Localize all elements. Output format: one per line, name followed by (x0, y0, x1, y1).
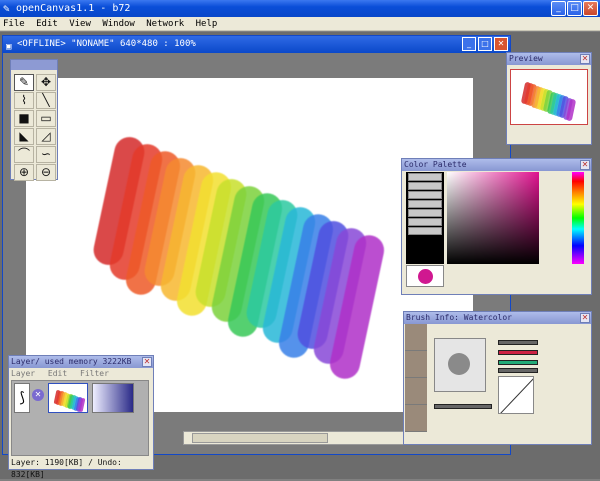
dropper-icon[interactable]: ⌇ (14, 92, 34, 109)
layer-menu-edit[interactable]: Edit (48, 369, 67, 378)
brush-tip-icon (448, 353, 470, 375)
brush-size-slider[interactable] (498, 340, 538, 345)
brush-info-close-button[interactable]: ✕ (580, 313, 590, 323)
curve-alt-icon[interactable]: ∽ (36, 146, 56, 163)
select-rect-icon[interactable]: ▭ (36, 110, 56, 127)
menu-bar: File Edit View Window Network Help (0, 17, 600, 31)
hue-slider[interactable] (572, 172, 584, 264)
brush-water-slider[interactable] (498, 368, 538, 373)
layer-window: Layer/ used memory 3222KB ✕ Layer Edit F… (8, 355, 154, 479)
layer-title: Layer/ used memory 3222KB (9, 356, 153, 368)
brush-blend-slider[interactable] (498, 360, 538, 365)
current-color-swatch (406, 265, 444, 287)
app-title: openCanvas1.1 - b72 (16, 3, 131, 14)
line-icon[interactable]: ╲ (36, 92, 56, 109)
zoom-out-icon[interactable]: ⊖ (36, 164, 56, 181)
scrollbar-thumb[interactable] (192, 433, 328, 443)
color-palette-title: Color Palette (402, 159, 591, 171)
move-icon[interactable]: ✥ (36, 74, 56, 91)
zoom-in-icon[interactable]: ⊕ (14, 164, 34, 181)
canvas-close-button[interactable]: ✕ (494, 37, 508, 51)
saturation-value-picker[interactable] (447, 172, 539, 264)
preview-thumbnail (510, 69, 588, 125)
pressure-curve-line (500, 378, 533, 413)
pressure-curve-graph[interactable] (498, 376, 534, 414)
brush-info-title: Brush Info: Watercolor (404, 312, 591, 324)
preview-title: Preview (507, 53, 591, 65)
pen-icon[interactable]: ✎ (14, 74, 34, 91)
lasso-icon[interactable]: ◿ (36, 128, 56, 145)
app-title-bar: ✎ openCanvas1.1 - b72 _ □ ✕ (0, 0, 600, 17)
layer-menu: Layer Edit Filter (9, 368, 153, 379)
canvas-maximize-button[interactable]: □ (478, 37, 492, 51)
layer-status: Layer: 1190[KB] / Undo: 832[KB] (9, 457, 153, 479)
tool-palette: ✎ ✥ ⌇ ╲ ■ ▭ ◣ ◿ ⌒ ∽ ⊕ ⊖ (10, 59, 58, 181)
brush-opacity-slider[interactable] (434, 404, 492, 409)
menu-file[interactable]: File (0, 17, 28, 31)
brush-preview (434, 338, 486, 392)
color-palette-window: Color Palette ✕ (401, 158, 592, 295)
app-icon: ✎ (3, 2, 10, 15)
thumb-stroke (78, 398, 86, 413)
layer-menu-layer[interactable]: Layer (11, 369, 35, 378)
maximize-button[interactable]: □ (567, 1, 582, 16)
layer-close-button[interactable]: ✕ (142, 357, 152, 367)
close-button[interactable]: ✕ (583, 1, 598, 16)
swatch-list[interactable] (406, 172, 444, 264)
current-color-dot (418, 269, 433, 284)
canvas-minimize-button[interactable]: _ (462, 37, 476, 51)
layer-list: ⟆ ✕ (11, 380, 149, 456)
layer-menu-filter[interactable]: Filter (80, 369, 109, 378)
minimize-button[interactable]: _ (551, 1, 566, 16)
fill-icon[interactable]: ■ (14, 110, 34, 127)
menu-view[interactable]: View (66, 17, 94, 31)
layer-visibility-icon[interactable]: ⟆ (14, 383, 30, 413)
layer-lock-icon[interactable]: ✕ (32, 389, 44, 401)
brush-density-slider[interactable] (498, 350, 538, 355)
lasso-fill-icon[interactable]: ◣ (14, 128, 34, 145)
curve-icon[interactable]: ⌒ (14, 146, 34, 163)
menu-network[interactable]: Network (143, 17, 187, 31)
brush-type-list[interactable] (405, 324, 427, 432)
preview-window: Preview ✕ (506, 52, 592, 145)
canvas-title: <OFFLINE> "NONAME" 640*480 : 100% (17, 39, 196, 49)
color-palette-close-button[interactable]: ✕ (580, 160, 590, 170)
layer-thumbnail[interactable] (92, 383, 134, 413)
brush-info-window: Brush Info: Watercolor ✕ (403, 311, 592, 445)
tool-palette-header[interactable] (11, 60, 57, 70)
layer-thumbnail-selected[interactable] (48, 383, 88, 413)
canvas-title-bar: ▣ <OFFLINE> "NONAME" 640*480 : 100% _ □ … (3, 36, 510, 53)
menu-help[interactable]: Help (193, 17, 221, 31)
menu-edit[interactable]: Edit (33, 17, 61, 31)
preview-close-button[interactable]: ✕ (580, 54, 590, 64)
canvas-window-icon: ▣ (6, 42, 12, 52)
menu-window[interactable]: Window (99, 17, 138, 31)
